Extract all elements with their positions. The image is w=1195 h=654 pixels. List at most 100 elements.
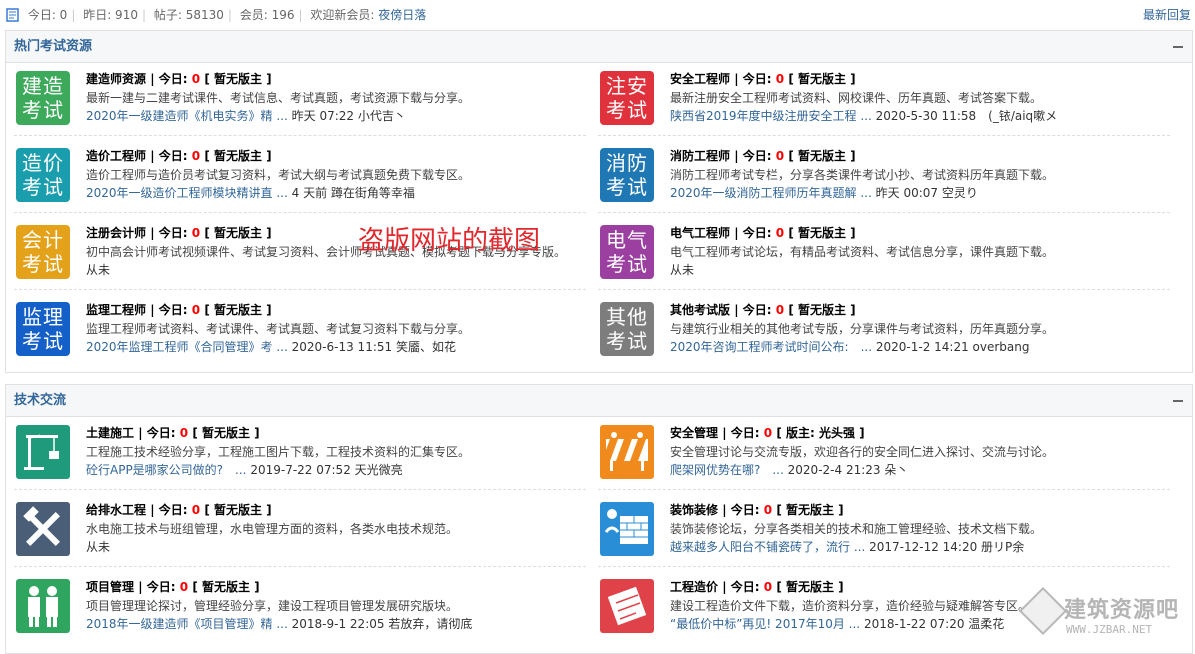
forum-name-link[interactable]: 电气工程师 <box>670 226 730 240</box>
forum-item[interactable]: 注安考试 安全工程师 | 今日: 0 [ 暂无版主 ] 最新注册安全工程师考试资料、… <box>590 63 1174 140</box>
welcome-label: 欢迎新会员: <box>310 8 375 22</box>
collapse-icon[interactable] <box>1173 400 1183 402</box>
row-divider <box>14 135 586 136</box>
last-post-link[interactable]: 2020年一级造价工程师模块精讲直 ... <box>86 186 288 200</box>
forum-icon[interactable]: 监理考试 <box>16 302 70 356</box>
last-post: 砼行APP是哪家公司做的? ... 2019-7-22 07:52 天光微亮 <box>86 461 586 479</box>
row-divider <box>14 289 586 290</box>
forum-name-link[interactable]: 监理工程师 <box>86 303 146 317</box>
today-count: 0 <box>775 226 785 240</box>
last-post-link[interactable]: 2018年一级建造师《项目管理》精 ... <box>86 617 288 631</box>
workers-icon[interactable] <box>16 579 70 633</box>
forum-name-link[interactable]: 项目管理 <box>86 580 134 594</box>
last-post: 陕西省2019年度中级注册安全工程 ... 2020-5-30 11:58 (_… <box>670 107 1170 125</box>
forum-icon[interactable]: 建造考试 <box>16 71 70 125</box>
forum-description: 装饰装修论坛，分享各类相关的技术和施工管理经验、技术文档下载。 <box>670 522 1043 536</box>
today-label: 今日: <box>742 72 772 86</box>
today-label: 今日: <box>730 503 760 517</box>
forum-name-link[interactable]: 给排水工程 <box>86 503 146 517</box>
today-label: 今日: <box>730 580 760 594</box>
new-member-link[interactable]: 夜傍日落 <box>378 8 426 22</box>
forum-item[interactable]: 监理考试 监理工程师 | 今日: 0 [ 暂无版主 ] 监理工程师考试资料、考试课件… <box>6 294 590 371</box>
forum-title-line: 建造师资源 | 今日: 0 [ 暂无版主 ] <box>86 72 272 86</box>
forum-info: 给排水工程 | 今日: 0 [ 暂无版主 ] 水电施工技术与班组管理，水电管理方面… <box>86 500 586 556</box>
last-post-link[interactable]: 爬架网优势在哪? ... <box>670 463 784 477</box>
forum-item[interactable]: 造价考试 造价工程师 | 今日: 0 [ 暂无版主 ] 造价工程师与造价员考试复习资… <box>6 140 590 217</box>
crane-icon[interactable] <box>16 425 70 479</box>
last-post-link[interactable]: “最低价中标”再见! 2017年10月 ... <box>670 617 860 631</box>
barrier-icon[interactable] <box>600 425 654 479</box>
forum-name-link[interactable]: 消防工程师 <box>670 149 730 163</box>
forum-item[interactable]: 电气考试 电气工程师 | 今日: 0 [ 暂无版主 ] 电气工程师考试论坛，有精品考… <box>590 217 1174 294</box>
forum-item[interactable]: 消防考试 消防工程师 | 今日: 0 [ 暂无版主 ] 消防工程师考试专栏，分享各类… <box>590 140 1174 217</box>
last-post-meta: 昨天 00:07 空灵り <box>875 186 978 200</box>
forum-icon[interactable]: 造价考试 <box>16 148 70 202</box>
forum-item[interactable]: 项目管理 | 今日: 0 [ 暂无版主 ] 项目管理理论探讨，管理经验分享，建设工… <box>6 571 590 648</box>
last-post: 2018年一级建造师《项目管理》精 ... 2018-9-1 22:05 若放弃… <box>86 615 586 633</box>
last-post-link[interactable]: 2020年咨询工程师考试时间公布: ... <box>670 340 872 354</box>
forum-info: 土建施工 | 今日: 0 [ 暂无版主 ] 工程施工技术经验分享，工程施工图片下载… <box>86 423 586 479</box>
forum-icon[interactable]: 会计考试 <box>16 225 70 279</box>
forum-info: 装饰装修 | 今日: 0 [ 暂无版主 ] 装饰装修论坛，分享各类相关的技术和施工… <box>670 500 1170 556</box>
last-post-meta: 从未 <box>86 540 111 554</box>
forum-icon[interactable]: 消防考试 <box>600 148 654 202</box>
today-count: 0 <box>763 426 773 440</box>
forum-description: 工程施工技术经验分享，工程施工图片下载，工程技术资料的汇集专区。 <box>86 445 471 459</box>
last-post-link[interactable]: 陕西省2019年度中级注册安全工程 ... <box>670 109 872 123</box>
forum-name-link[interactable]: 其他考试版 <box>670 303 730 317</box>
today-label: 今日: <box>730 426 760 440</box>
forum-name-link[interactable]: 造价工程师 <box>86 149 146 163</box>
forum-item[interactable]: 装饰装修 | 今日: 0 [ 暂无版主 ] 装饰装修论坛，分享各类相关的技术和施工… <box>590 494 1174 571</box>
forum-item[interactable]: 建造考试 建造师资源 | 今日: 0 [ 暂无版主 ] 最新一建与二建考试课件、考试… <box>6 63 590 140</box>
forum-description: 水电施工技术与班组管理，水电管理方面的资料，各类水电技术规范。 <box>86 522 459 536</box>
moderator-label: [ 暂无版主 ] <box>192 426 260 440</box>
forum-description: 与建筑行业相关的其他考试专版，分享课件与考试资料，历年真题分享。 <box>670 322 1055 336</box>
tools-icon[interactable] <box>16 502 70 556</box>
forum-description: 最新注册安全工程师考试资料、网校课件、历年真题、考试答案下载。 <box>670 91 1043 105</box>
today-count: 今日: 0 <box>27 8 68 22</box>
forum-item[interactable]: 给排水工程 | 今日: 0 [ 暂无版主 ] 水电施工技术与班组管理，水电管理方面… <box>6 494 590 571</box>
today-label: 今日: <box>742 149 772 163</box>
moderator-label: [ 暂无版主 ] <box>204 226 272 240</box>
forum-name-link[interactable]: 安全工程师 <box>670 72 730 86</box>
moderator-label: [ 暂无版主 ] <box>204 303 272 317</box>
today-label: 今日: <box>158 303 188 317</box>
last-post: 2020年一级建造师《机电实务》精 ... 昨天 07:22 小代吉丶 <box>86 107 586 125</box>
forum-name-link[interactable]: 工程造价 <box>670 580 718 594</box>
forum-name-link[interactable]: 注册会计师 <box>86 226 146 240</box>
forum-title-line: 监理工程师 | 今日: 0 [ 暂无版主 ] <box>86 303 272 317</box>
forum-icon[interactable]: 其他考试 <box>600 302 654 356</box>
section-tech-exchange: 技术交流 土建施工 | 今日: 0 [ 暂无版主 ] 工程施工技术经验分享，工程施… <box>5 384 1193 654</box>
collapse-icon[interactable] <box>1173 46 1183 48</box>
last-post: 从未 <box>670 261 1170 279</box>
last-post-link[interactable]: 2020年一级消防工程师历年真题解 ... <box>670 186 872 200</box>
today-count: 0 <box>775 149 785 163</box>
row-divider <box>14 212 586 213</box>
last-post-link[interactable]: 2020年一级建造师《机电实务》精 ... <box>86 109 288 123</box>
forum-title-line: 装饰装修 | 今日: 0 [ 暂无版主 ] <box>670 503 844 517</box>
blueprint-icon[interactable] <box>600 579 654 633</box>
members-count: 会员: 196 <box>239 8 295 22</box>
last-post-link[interactable]: 砼行APP是哪家公司做的? ... <box>86 463 247 477</box>
forum-item[interactable]: 其他考试 其他考试版 | 今日: 0 [ 暂无版主 ] 与建筑行业相关的其他考试专版… <box>590 294 1174 371</box>
forum-item[interactable]: 土建施工 | 今日: 0 [ 暂无版主 ] 工程施工技术经验分享，工程施工图片下载… <box>6 417 590 494</box>
last-post-meta: 2018-9-1 22:05 若放弃，请彻底 <box>291 617 473 631</box>
last-post-meta: 2018-1-22 07:20 温柔花 <box>863 617 1005 631</box>
forum-title-line: 电气工程师 | 今日: 0 [ 暂无版主 ] <box>670 226 856 240</box>
forum-name-link[interactable]: 建造师资源 <box>86 72 146 86</box>
yesterday-count: 昨日: 910 <box>83 8 138 22</box>
last-post-link[interactable]: 2020年监理工程师《合同管理》考 ... <box>86 340 288 354</box>
forum-icon[interactable]: 注安考试 <box>600 71 654 125</box>
forum-info: 电气工程师 | 今日: 0 [ 暂无版主 ] 电气工程师考试论坛，有精品考试资料、… <box>670 223 1170 279</box>
today-count: 0 <box>191 226 201 240</box>
forum-item[interactable]: 安全管理 | 今日: 0 [ 版主: 光头强 ] 安全管理讨论与交流专版，欢迎各行… <box>590 417 1174 494</box>
forum-name-link[interactable]: 土建施工 <box>86 426 134 440</box>
forum-description: 安全管理讨论与交流专版，欢迎各行的安全同仁进入探讨、交流与讨论。 <box>670 445 1055 459</box>
forum-icon[interactable]: 电气考试 <box>600 225 654 279</box>
forum-name-link[interactable]: 安全管理 <box>670 426 718 440</box>
brickwall-icon[interactable] <box>600 502 654 556</box>
latest-reply-link[interactable]: 最新回复 <box>1143 0 1191 30</box>
last-post-link[interactable]: 越来越多人阳台不铺瓷砖了，流行 ... <box>670 540 865 554</box>
forum-description: 项目管理理论探讨，管理经验分享，建设工程项目管理发展研究版块。 <box>86 599 459 613</box>
forum-name-link[interactable]: 装饰装修 <box>670 503 718 517</box>
